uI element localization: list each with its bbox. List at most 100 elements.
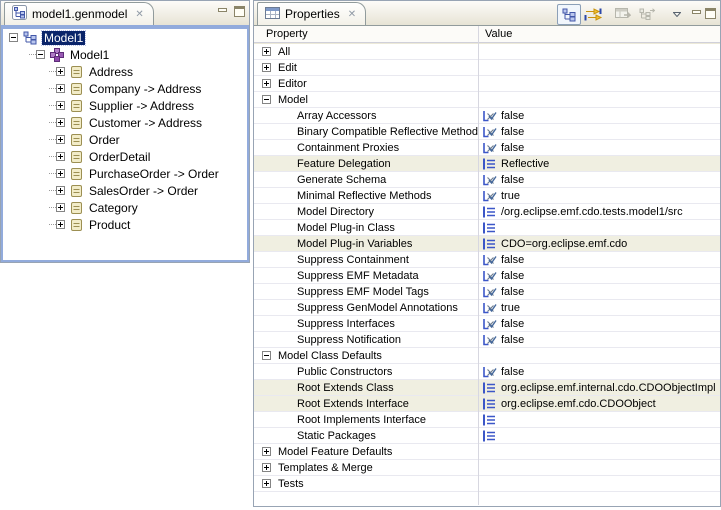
- minimize-icon[interactable]: [218, 7, 228, 19]
- collapse-icon[interactable]: [262, 95, 271, 104]
- expand-icon[interactable]: [56, 135, 65, 144]
- expand-icon[interactable]: [262, 47, 271, 56]
- property-name-cell: Templates & Merge: [254, 460, 478, 475]
- close-icon[interactable]: ✕: [135, 9, 143, 20]
- expand-icon[interactable]: [56, 84, 65, 93]
- pin-to-selection-button[interactable]: [635, 4, 659, 25]
- property-value[interactable]: false: [501, 366, 524, 378]
- tree-item-label: Address: [87, 65, 135, 79]
- expand-icon[interactable]: [262, 63, 271, 72]
- tree-item-model1[interactable]: Model1: [3, 29, 247, 46]
- property-row[interactable]: Suppress EMF Metadata false: [254, 268, 720, 284]
- tree-item-supplier-address[interactable]: Supplier -> Address: [3, 97, 247, 114]
- property-row[interactable]: Model Directory /org.eclipse.emf.cdo.tes…: [254, 204, 720, 220]
- property-value[interactable]: /org.eclipse.emf.cdo.tests.model1/src: [501, 206, 683, 218]
- category-row[interactable]: All: [254, 44, 720, 60]
- property-row[interactable]: Model Plug-in Class: [254, 220, 720, 236]
- property-row[interactable]: Generate Schema false: [254, 172, 720, 188]
- property-row[interactable]: Suppress Notification false: [254, 332, 720, 348]
- restore-default-value-button[interactable]: [611, 4, 635, 25]
- property-row[interactable]: Suppress Interfaces false: [254, 316, 720, 332]
- category-row[interactable]: Model Class Defaults: [254, 348, 720, 364]
- property-value[interactable]: CDO=org.eclipse.emf.cdo: [501, 238, 627, 250]
- property-row[interactable]: Containment Proxies false: [254, 140, 720, 156]
- maximize-icon[interactable]: [234, 6, 245, 20]
- expand-icon[interactable]: [56, 220, 65, 229]
- property-row[interactable]: Static Packages: [254, 428, 720, 444]
- property-row[interactable]: Binary Compatible Reflective Methods fal…: [254, 124, 720, 140]
- eclass-icon: [70, 116, 83, 130]
- tab-properties[interactable]: Properties ✕: [257, 2, 366, 25]
- property-value[interactable]: false: [501, 174, 524, 186]
- property-value[interactable]: false: [501, 334, 524, 346]
- category-row[interactable]: Tests: [254, 476, 720, 492]
- property-row[interactable]: Minimal Reflective Methods true: [254, 188, 720, 204]
- minimize-icon[interactable]: [692, 9, 702, 21]
- expand-icon[interactable]: [262, 463, 271, 472]
- tree-item-model1[interactable]: Model1: [3, 46, 247, 63]
- property-name-cell: Model: [254, 92, 478, 107]
- category-row[interactable]: Model Feature Defaults: [254, 444, 720, 460]
- expand-icon[interactable]: [262, 79, 271, 88]
- property-row[interactable]: Array Accessors false: [254, 108, 720, 124]
- property-row[interactable]: Root Extends Interface org.eclipse.emf.c…: [254, 396, 720, 412]
- property-name-cell: Model Plug-in Class: [254, 220, 478, 235]
- collapse-icon[interactable]: [262, 351, 271, 360]
- column-header-value[interactable]: Value: [485, 28, 512, 40]
- category-row[interactable]: Templates & Merge: [254, 460, 720, 476]
- collapse-icon[interactable]: [9, 33, 18, 42]
- category-label: Editor: [278, 78, 307, 90]
- view-menu-button[interactable]: [665, 4, 689, 25]
- property-row[interactable]: Root Extends Class org.eclipse.emf.inter…: [254, 380, 720, 396]
- expand-icon[interactable]: [262, 479, 271, 488]
- tree-item-product[interactable]: Product: [3, 216, 247, 233]
- column-divider[interactable]: [478, 26, 479, 505]
- tree-item-company-address[interactable]: Company -> Address: [3, 80, 247, 97]
- expand-icon[interactable]: [56, 152, 65, 161]
- property-value[interactable]: org.eclipse.emf.internal.cdo.CDOObjectIm…: [501, 382, 716, 394]
- expand-icon[interactable]: [56, 118, 65, 127]
- category-row[interactable]: Editor: [254, 76, 720, 92]
- property-row[interactable]: Root Implements Interface: [254, 412, 720, 428]
- expand-icon[interactable]: [56, 169, 65, 178]
- property-row[interactable]: Suppress Containment false: [254, 252, 720, 268]
- property-value[interactable]: true: [501, 302, 520, 314]
- property-row[interactable]: Feature Delegation Reflective: [254, 156, 720, 172]
- property-value-cell: false: [478, 252, 720, 267]
- show-categories-button[interactable]: [557, 4, 581, 25]
- property-value[interactable]: false: [501, 142, 524, 154]
- property-value[interactable]: Reflective: [501, 158, 549, 170]
- property-value[interactable]: true: [501, 190, 520, 202]
- property-value[interactable]: false: [501, 286, 524, 298]
- expand-icon[interactable]: [56, 101, 65, 110]
- property-value[interactable]: false: [501, 270, 524, 282]
- tab-model1-genmodel[interactable]: model1.genmodel ✕: [4, 2, 154, 25]
- property-value[interactable]: org.eclipse.emf.cdo.CDOObject: [501, 398, 656, 410]
- tree-item-customer-address[interactable]: Customer -> Address: [3, 114, 247, 131]
- expand-icon[interactable]: [56, 67, 65, 76]
- expand-icon[interactable]: [262, 447, 271, 456]
- maximize-icon[interactable]: [705, 8, 716, 22]
- category-row[interactable]: Model: [254, 92, 720, 108]
- expand-icon[interactable]: [56, 203, 65, 212]
- tree-item-orderdetail[interactable]: OrderDetail: [3, 148, 247, 165]
- collapse-icon[interactable]: [36, 50, 45, 59]
- property-value[interactable]: false: [501, 126, 524, 138]
- property-row[interactable]: Model Plug-in Variables CDO=org.eclipse.…: [254, 236, 720, 252]
- expand-icon[interactable]: [56, 186, 65, 195]
- property-row[interactable]: Suppress EMF Model Tags false: [254, 284, 720, 300]
- close-icon[interactable]: ✕: [348, 9, 356, 20]
- column-header-property[interactable]: Property: [266, 28, 308, 40]
- tree-item-salesorder-order[interactable]: SalesOrder -> Order: [3, 182, 247, 199]
- tree-item-purchaseorder-order[interactable]: PurchaseOrder -> Order: [3, 165, 247, 182]
- property-value[interactable]: false: [501, 318, 524, 330]
- show-advanced-properties-button[interactable]: [581, 4, 605, 25]
- tree-item-category[interactable]: Category: [3, 199, 247, 216]
- property-value[interactable]: false: [501, 254, 524, 266]
- property-value[interactable]: false: [501, 110, 524, 122]
- tree-item-order[interactable]: Order: [3, 131, 247, 148]
- property-row[interactable]: Public Constructors false: [254, 364, 720, 380]
- tree-item-address[interactable]: Address: [3, 63, 247, 80]
- category-row[interactable]: Edit: [254, 60, 720, 76]
- property-row[interactable]: Suppress GenModel Annotations true: [254, 300, 720, 316]
